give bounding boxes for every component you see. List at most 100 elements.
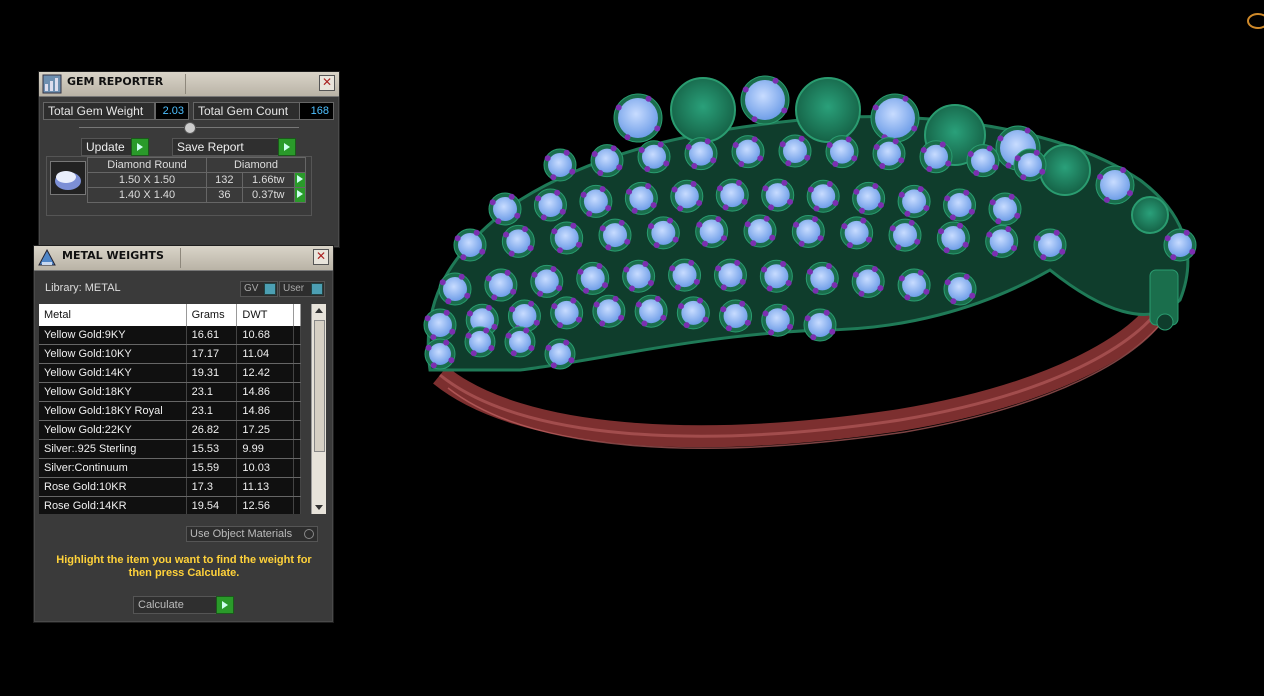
scroll-up-icon[interactable] [315,308,323,313]
gem-material-header: Diamond [206,157,306,173]
gem-setting [695,214,729,248]
gem-setting [825,135,859,169]
column-header-metal[interactable]: Metal [39,304,187,326]
toggle-indicator-icon [311,283,323,295]
gem-reporter-panel: GEM REPORTER ✕ Total Gem Weight 2.03 Tot… [38,71,340,248]
metal-grams: 17.3 [186,477,238,497]
gem-setting [943,188,977,222]
metal-dwt: 11.04 [236,344,294,364]
table-cell-spacer [293,363,301,383]
play-icon [296,175,303,183]
metal-dwt: 9.99 [236,439,294,459]
gem-setting [715,178,749,212]
metal-grams: 19.31 [186,363,238,383]
play-icon [296,190,303,198]
gem-setting [731,135,765,169]
table-cell-spacer [293,458,301,478]
table-row[interactable]: Yellow Gold:18KY Royal 23.1 14.86 [39,401,301,421]
table-row[interactable]: Yellow Gold:9KY 16.61 10.68 [39,326,301,345]
metal-grams: 23.1 [186,382,238,402]
play-icon [131,138,149,156]
metal-name: Yellow Gold:9KY [39,326,187,345]
gem-setting [504,326,536,358]
total-gem-weight-label: Total Gem Weight [43,102,155,120]
user-toggle-label: User [283,283,305,294]
instruction-text: Highlight the item you want to find the … [56,554,312,579]
use-object-materials-toggle[interactable]: Use Object Materials [186,526,318,542]
table-scrollbar[interactable] [311,304,326,514]
view-orientation-icon[interactable] [1246,10,1264,32]
metal-name: Yellow Gold:14KY [39,363,187,383]
gem-setting [634,294,668,328]
metal-weights-titlebar[interactable]: METAL WEIGHTS ✕ [34,246,333,271]
calculate-button[interactable]: Calculate [133,596,234,614]
gem-setting [840,216,874,250]
scrollbar-thumb[interactable] [314,320,325,452]
gem-setting [544,338,576,370]
gem-setting [624,181,658,215]
user-toggle[interactable]: User [279,281,325,297]
close-icon[interactable]: ✕ [319,75,335,91]
gem-setting [1033,228,1067,262]
table-row[interactable]: Rose Gold:10KR 17.3 11.13 [39,477,301,497]
metal-weights-table: Metal Grams DWT Yellow Gold:9KY 16.61 10.6… [39,304,301,514]
titlebar-separator [180,248,181,268]
gem-setting [740,75,790,125]
gem-setting [936,221,970,255]
gem-setting [1095,165,1135,205]
metal-dwt: 12.56 [236,496,294,514]
collapse-handle-icon[interactable] [184,122,196,134]
save-report-button-label: Save Report [177,140,244,154]
column-header-dwt[interactable]: DWT [236,304,294,326]
metal-weights-icon [38,248,56,266]
gem-setting [919,140,953,174]
gv-toggle[interactable]: GV [240,281,278,297]
metal-name: Yellow Gold:10KY [39,344,187,364]
gem-setting [453,228,487,262]
table-row[interactable]: Yellow Gold:10KY 17.17 11.04 [39,344,301,364]
table-row[interactable]: Rose Gold:14KR 19.54 12.56 [39,496,301,514]
save-report-button[interactable]: Save Report [172,138,296,156]
table-row[interactable]: Yellow Gold:22KY 26.82 17.25 [39,420,301,440]
gem-setting [530,264,564,298]
gem-setting [424,338,456,370]
metal-weights-title: METAL WEIGHTS [62,249,164,262]
gem-setting [985,224,1019,258]
table-row[interactable]: Yellow Gold:14KY 19.31 12.42 [39,363,301,383]
metal-grams: 23.1 [186,401,238,421]
table-cell-spacer [293,420,301,440]
metal-dwt: 10.03 [236,458,294,478]
table-row[interactable]: Silver:.925 Sterling 15.53 9.99 [39,439,301,459]
select-row-button[interactable] [293,172,307,188]
shank-end [1149,269,1179,331]
column-header-extra [293,304,301,326]
gem-setting [576,261,610,295]
gem-setting [803,308,837,342]
gem-size: 1.40 X 1.40 [87,187,207,203]
close-icon[interactable]: ✕ [313,249,329,265]
gem-setting [791,214,825,248]
gem-setting [1013,148,1047,182]
scroll-down-icon[interactable] [315,505,323,510]
gem-setting [637,140,671,174]
gem-summary-table: Diamond Round Diamond 1.50 X 1.50 132 1.… [46,156,312,216]
table-row[interactable]: Silver:Continuum 15.59 10.03 [39,458,301,478]
total-gem-count-value: 168 [299,102,334,120]
gem-setting [966,144,1000,178]
select-row-button[interactable] [293,187,307,203]
gem-setting [1163,228,1197,262]
table-cell-spacer [293,344,301,364]
gem-setting [488,192,522,226]
gem-reporter-titlebar[interactable]: GEM REPORTER ✕ [39,72,339,97]
table-row[interactable]: 1.50 X 1.50 132 1.66tw [87,172,307,188]
column-header-grams[interactable]: Grams [186,304,238,326]
gem-setting [761,178,795,212]
gem-setting [622,259,656,293]
table-cell-spacer [293,496,301,514]
metal-dwt: 17.25 [236,420,294,440]
update-button[interactable]: Update [81,138,149,156]
table-row[interactable]: Yellow Gold:18KY 23.1 14.86 [39,382,301,402]
table-row[interactable]: 1.40 X 1.40 36 0.37tw [87,187,307,203]
table-cell-spacer [293,477,301,497]
gem-setting [852,181,886,215]
